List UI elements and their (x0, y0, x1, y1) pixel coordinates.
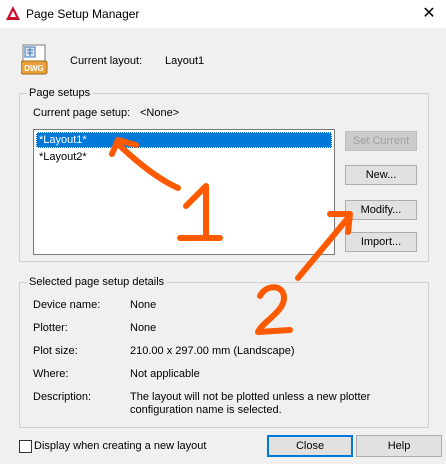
plot-size-value: 210.00 x 297.00 mm (Landscape) (130, 345, 295, 357)
import-button[interactable]: Import... (345, 232, 417, 252)
display-on-new-layout-label[interactable]: Display when creating a new layout (34, 440, 206, 452)
page-setup-list[interactable]: *Layout1* *Layout2* (33, 129, 335, 255)
current-page-setup-label: Current page setup: (33, 107, 131, 119)
dwg-file-icon: DWG (21, 44, 48, 75)
current-page-setup-value: <None> (140, 107, 180, 119)
details-legend: Selected page setup details (27, 276, 167, 288)
page-setups-legend: Page setups (27, 87, 93, 99)
description-line-1: The layout will not be plotted unless a … (130, 391, 371, 403)
window-title: Page Setup Manager (26, 7, 140, 21)
list-item-layout1[interactable]: *Layout1* (36, 132, 332, 148)
list-item-layout2[interactable]: *Layout2* (36, 149, 332, 165)
title-bar: Page Setup Manager ✕ (0, 0, 446, 28)
modify-button[interactable]: Modify... (345, 200, 417, 220)
autocad-app-icon (6, 6, 20, 20)
set-current-button[interactable]: Set Current (345, 131, 417, 151)
new-button[interactable]: New... (345, 165, 417, 185)
where-label: Where: (33, 368, 69, 380)
current-layout-label: Current layout: (70, 55, 143, 67)
current-layout-value: Layout1 (165, 55, 205, 67)
description-line-2: configuration name is selected. (130, 404, 282, 416)
plot-size-label: Plot size: (33, 345, 78, 357)
close-icon[interactable]: ✕ (416, 3, 442, 25)
svg-text:DWG: DWG (24, 64, 44, 73)
plotter-label: Plotter: (33, 322, 68, 334)
display-on-new-layout-checkbox[interactable] (19, 440, 32, 453)
plotter-value: None (130, 322, 157, 334)
description-label: Description: (33, 391, 92, 403)
device-name-value: None (130, 299, 157, 311)
help-button[interactable]: Help (356, 435, 442, 457)
close-button[interactable]: Close (267, 435, 353, 457)
where-value: Not applicable (130, 368, 200, 380)
device-name-label: Device name: (33, 299, 101, 311)
